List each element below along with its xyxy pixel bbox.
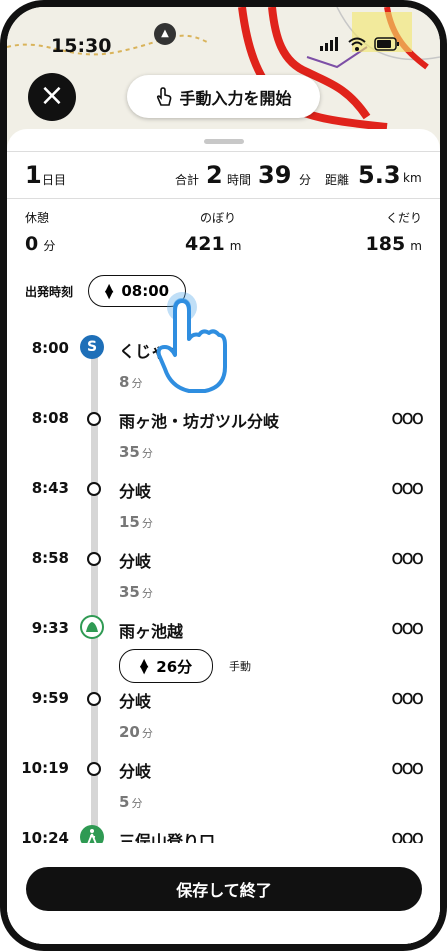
signal-icon (320, 37, 338, 51)
close-button[interactable]: × (28, 73, 76, 121)
rest-value-group: 0 分 (25, 233, 55, 255)
manual-entry-label: 手動入力を開始 (179, 88, 292, 108)
segment-duration: 15 分 (119, 513, 153, 531)
segment-duration: 5分 (119, 793, 143, 811)
point-time: 9:59 (31, 689, 69, 707)
day-unit: 日目 (42, 173, 67, 187)
segment-duration: 35 分 (119, 583, 153, 601)
point-time: 8:00 (31, 339, 69, 357)
manual-entry-button[interactable]: 手動入力を開始 (127, 75, 320, 118)
waypoint-dot-icon (87, 762, 101, 776)
updown-icon: ▲ ▼ (139, 656, 149, 676)
waypoint-dot-icon (87, 552, 101, 566)
total-minutes: 39 (258, 161, 292, 189)
point-row[interactable]: 10:19 分岐 ooo (7, 755, 440, 783)
minutes-unit: 分 (299, 173, 312, 187)
point-row[interactable]: 9:59 分岐 ooo (7, 685, 440, 713)
segment-duration: 20 分 (119, 723, 153, 741)
stay-duration: 26分 (156, 657, 193, 676)
distance-value: 5.3 (358, 161, 401, 189)
distance-unit: km (403, 171, 422, 185)
descent-value: 185 (365, 233, 406, 255)
sheet-handle[interactable] (204, 139, 244, 144)
battery-icon (374, 37, 399, 51)
total-hours: 2 (206, 161, 223, 189)
point-name: 雨ヶ池・坊ガツル分岐 (119, 412, 280, 431)
day-number: 1 (25, 161, 42, 189)
updown-icon: ▲ ▼ (104, 281, 114, 301)
stay-duration-stepper[interactable]: ▲ ▼ 26分 (119, 649, 213, 683)
waypoint-dot-icon (87, 412, 101, 426)
more-icon[interactable]: ooo (391, 545, 424, 569)
total-label: 合計 (175, 173, 200, 187)
save-and-finish-button[interactable]: 保存して終了 (26, 867, 422, 911)
point-row[interactable]: 8:58 分岐 ooo (7, 545, 440, 573)
stay-mode-label: 手動 (229, 660, 251, 673)
close-icon: × (39, 78, 65, 113)
departure-label: 出発時刻 (25, 285, 74, 299)
point-time: 8:08 (31, 409, 69, 427)
point-time: 8:43 (31, 479, 69, 497)
tap-hand-icon (153, 289, 243, 403)
more-icon[interactable]: ooo (391, 685, 424, 709)
status-time: 15:30 (51, 35, 112, 57)
bottom-sheet: 1 日目 合計 2 時間 39 分 距離 5.3 km 休憩 0 分 のぼり 4… (7, 129, 440, 944)
rest-value: 0 (25, 233, 39, 255)
more-icon[interactable]: ooo (391, 475, 424, 499)
ascent-label: のぼり (200, 211, 237, 225)
hand-pointer-icon (157, 86, 172, 106)
point-row[interactable]: 8:08 雨ヶ池・坊ガツル分岐 ooo (7, 405, 440, 433)
rest-unit: 分 (43, 239, 56, 253)
point-name: 分岐 (119, 552, 152, 571)
start-icon: S (80, 335, 104, 359)
status-icons (320, 37, 400, 51)
ascent-unit: m (229, 239, 242, 253)
point-time: 9:33 (31, 619, 69, 637)
segment-duration: 35 分 (119, 443, 153, 461)
point-row[interactable]: 9:33 雨ヶ池越 ooo (7, 615, 440, 643)
descent-unit: m (410, 239, 422, 253)
ascent-value-group: 421 m (185, 233, 241, 255)
rest-label: 休憩 (25, 211, 50, 225)
phone-frame: 15:30 ▲ × 手動入力を開始 1 日目 合計 2 時間 39 分 距離 5… (0, 0, 447, 951)
point-name: 分岐 (119, 762, 152, 781)
status-bar: 15:30 ▲ (7, 23, 440, 65)
point-time: 10:19 (21, 759, 69, 777)
waypoint-dot-icon (87, 482, 101, 496)
segment-duration: 8分 (119, 373, 143, 391)
summary-bar: 1 日目 合計 2 時間 39 分 距離 5.3 km (7, 151, 440, 199)
descent-label: くだり (385, 211, 422, 225)
stats-row: 休憩 0 分 のぼり 421 m くだり 185 m (25, 205, 422, 265)
landmark-icon (80, 615, 104, 639)
distance-label: 距離 (325, 173, 350, 187)
descent-value-group: 185 m (366, 233, 422, 255)
footer: 保存して終了 (7, 843, 440, 944)
waypoint-dot-icon (87, 692, 101, 706)
more-icon[interactable]: ooo (391, 755, 424, 779)
hours-unit: 時間 (227, 173, 252, 187)
point-name: 分岐 (119, 482, 152, 501)
more-icon[interactable]: ooo (391, 615, 424, 639)
more-icon[interactable]: ooo (391, 405, 424, 429)
point-row[interactable]: 8:43 分岐 ooo (7, 475, 440, 503)
ascent-value: 421 (185, 233, 225, 255)
wifi-icon (348, 37, 366, 51)
point-time: 8:58 (31, 549, 69, 567)
app-logo-icon: ▲ (154, 23, 176, 45)
point-name: 分岐 (119, 692, 152, 711)
point-name: 雨ヶ池越 (119, 622, 184, 641)
